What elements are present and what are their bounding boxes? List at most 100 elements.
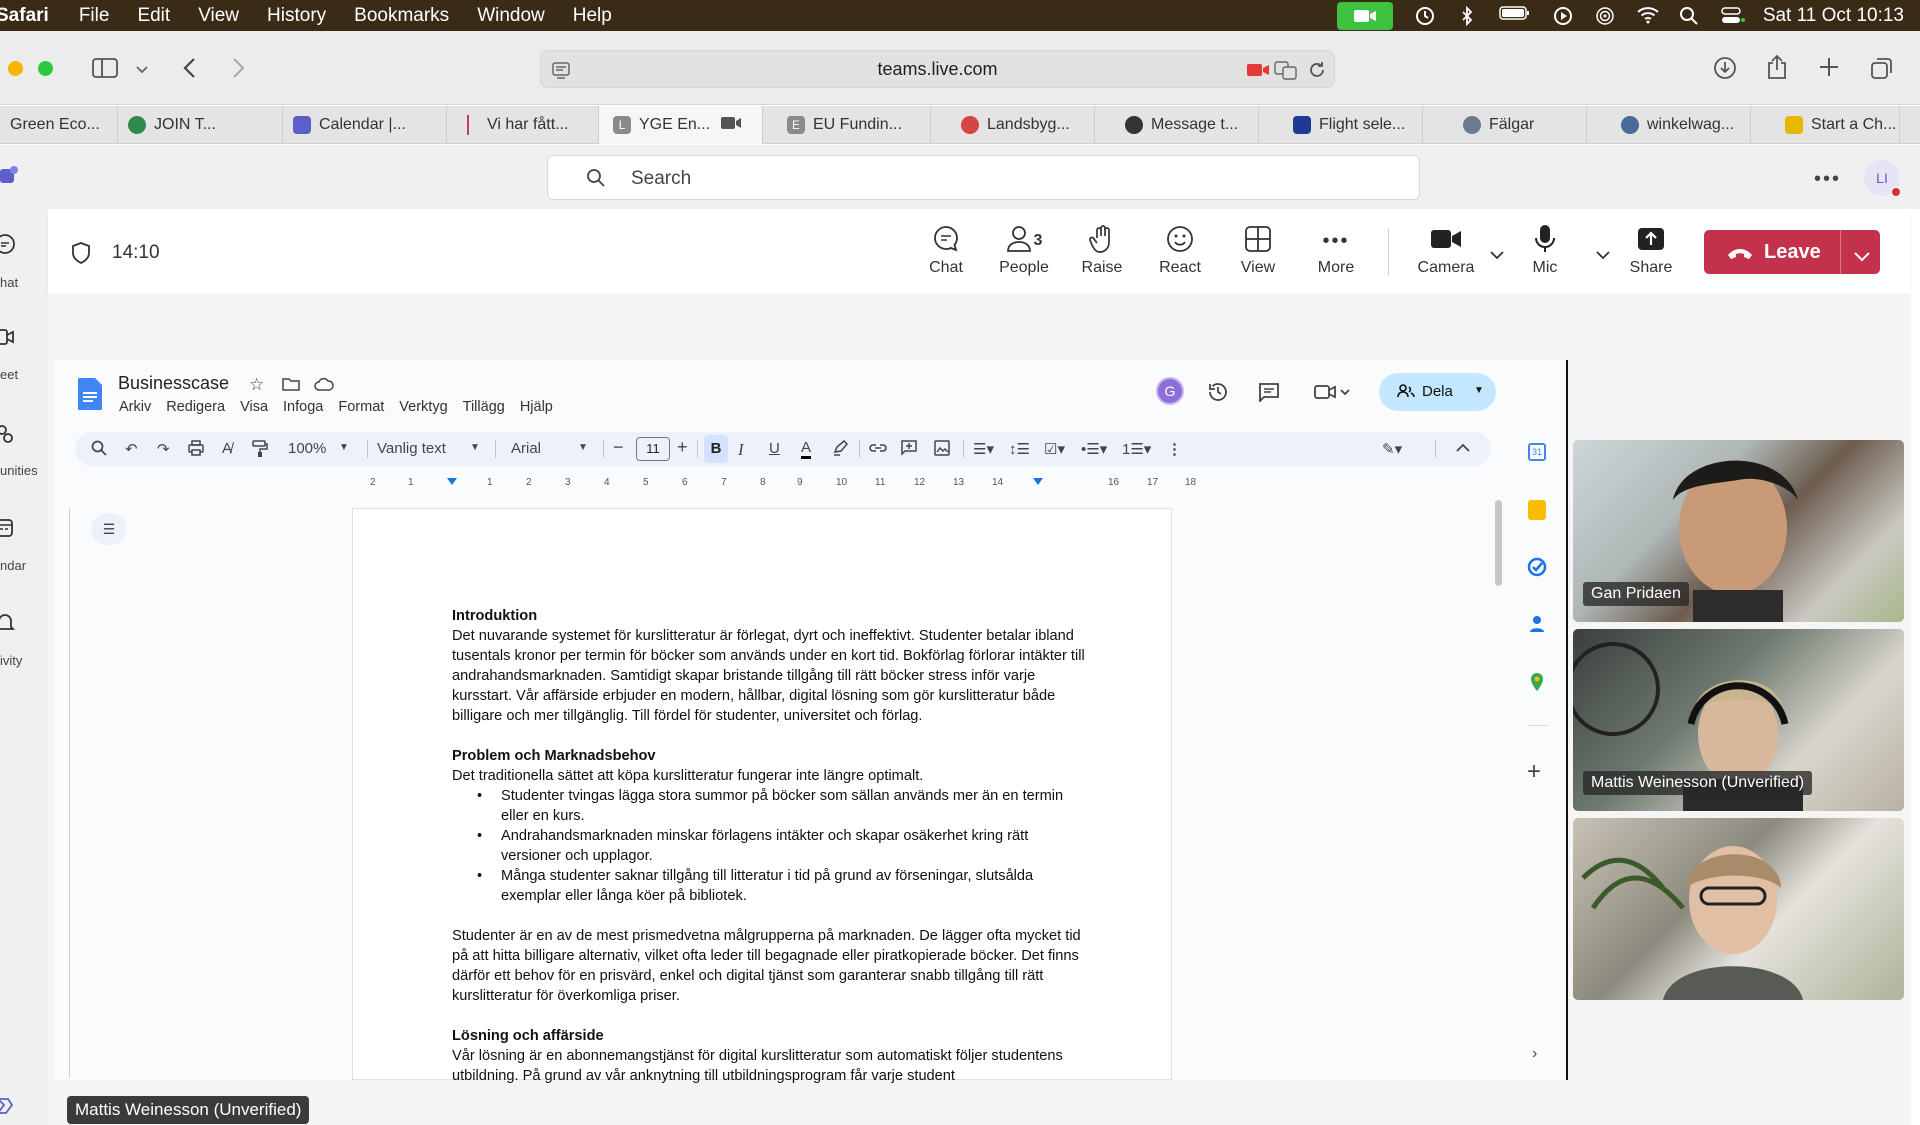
cloud-saved-icon[interactable] [314, 377, 334, 396]
airdrop-icon[interactable] [1595, 6, 1615, 26]
browser-tab[interactable]: E EU Fundin... [763, 106, 931, 144]
share-doc-chevron-icon[interactable]: ▼ [1474, 385, 1484, 396]
spellcheck-icon[interactable]: A̸ [222, 440, 232, 457]
font-select[interactable]: Arial [511, 440, 541, 457]
expand-panel-icon[interactable]: › [1532, 1045, 1537, 1063]
right-indent-marker-icon[interactable] [1032, 477, 1044, 490]
minimize-button[interactable] [8, 61, 23, 76]
meet-icon[interactable] [1314, 384, 1350, 405]
browser-tab[interactable]: Calendar |... [283, 106, 447, 144]
style-select[interactable]: Vanlig text [377, 440, 446, 457]
shield-icon[interactable] [70, 241, 92, 270]
rail-label-calendar[interactable]: ndar [0, 558, 26, 573]
teams-search-input[interactable]: Search [547, 155, 1420, 200]
meet-rail-icon[interactable] [0, 328, 16, 351]
italic-button[interactable]: I [738, 440, 744, 460]
print-icon[interactable] [188, 440, 204, 460]
docs-menu-hjalp[interactable]: Hjälp [520, 399, 553, 415]
chat-button[interactable]: Chat [911, 223, 981, 277]
rail-label-meet[interactable]: eet [0, 367, 18, 382]
more-options-icon[interactable]: ••• [1814, 168, 1841, 191]
zoom-select[interactable]: 100% [288, 440, 326, 457]
checklist-icon[interactable]: ☑▾ [1044, 440, 1065, 458]
activity-rail-icon[interactable] [0, 612, 16, 639]
comments-icon[interactable] [1258, 382, 1280, 407]
chevron-down-icon[interactable] [136, 62, 148, 80]
numbered-list-icon[interactable]: 1☰▾ [1122, 440, 1151, 458]
browser-tab-active[interactable]: L YGE En... [599, 106, 763, 144]
editing-mode-icon[interactable]: ✎▾ [1382, 440, 1402, 458]
spotlight-icon[interactable] [1679, 6, 1699, 26]
add-addon-icon[interactable]: + [1527, 758, 1541, 786]
version-history-icon[interactable] [1207, 381, 1229, 408]
calendar-addon-icon[interactable]: 31 [1528, 443, 1546, 461]
people-button[interactable]: 3 People [989, 223, 1059, 277]
keep-addon-icon[interactable] [1528, 500, 1546, 520]
scrollbar-thumb[interactable] [1495, 500, 1502, 586]
calendar-rail-icon[interactable] [0, 517, 16, 544]
menu-help[interactable]: Help [573, 5, 612, 27]
search-menus-icon[interactable] [91, 440, 107, 460]
font-chevron-icon[interactable]: ▼ [578, 442, 588, 453]
react-button[interactable]: React [1145, 223, 1215, 277]
menu-edit[interactable]: Edit [137, 5, 170, 27]
undo-icon[interactable]: ↶ [125, 440, 138, 458]
tab-overview-icon[interactable] [1870, 56, 1894, 85]
contacts-addon-icon[interactable] [1529, 615, 1545, 638]
align-icon[interactable]: ☰▾ [973, 440, 994, 458]
forward-icon[interactable] [232, 57, 246, 84]
document-body[interactable]: Introduktion Det nuvarande systemet för … [452, 606, 1092, 1086]
menu-file[interactable]: File [79, 5, 110, 27]
underline-button[interactable]: U [769, 440, 780, 457]
tasks-addon-icon[interactable] [1527, 557, 1547, 582]
collapse-menus-icon[interactable] [1456, 440, 1470, 457]
reload-icon[interactable] [1307, 60, 1327, 85]
browser-tab[interactable]: JOIN T... [118, 106, 283, 144]
indent-marker-icon[interactable] [446, 477, 458, 490]
camera-button[interactable]: Camera [1406, 223, 1486, 277]
raise-hand-button[interactable]: Raise [1067, 223, 1137, 277]
docs-menu-tillagg[interactable]: Tillägg [463, 399, 505, 415]
browser-tab[interactable]: Fälgar [1423, 106, 1587, 144]
docs-menu-redigera[interactable]: Redigera [166, 399, 225, 415]
line-spacing-icon[interactable]: ↕☰ [1009, 440, 1030, 458]
wifi-icon[interactable] [1637, 6, 1659, 26]
time-machine-icon[interactable] [1415, 6, 1435, 26]
bold-button[interactable]: B [704, 435, 728, 463]
user-avatar[interactable]: LI [1864, 160, 1902, 198]
zoom-button[interactable] [38, 61, 53, 76]
menu-bookmarks[interactable]: Bookmarks [354, 5, 449, 27]
highlight-icon[interactable] [832, 439, 849, 460]
camera-options-chevron-icon[interactable] [1490, 247, 1504, 265]
insert-image-icon[interactable] [934, 440, 950, 460]
leave-options-chevron-icon[interactable] [1854, 246, 1870, 269]
participant-video-tile[interactable]: Gan Pridaen [1573, 440, 1904, 622]
mic-options-chevron-icon[interactable] [1596, 247, 1610, 265]
menu-view[interactable]: View [198, 5, 239, 27]
rail-label-chat[interactable]: hat [0, 275, 18, 290]
style-chevron-icon[interactable]: ▼ [470, 442, 480, 453]
docs-menu-format[interactable]: Format [338, 399, 384, 415]
docs-menu-verktyg[interactable]: Verktyg [399, 399, 447, 415]
star-icon[interactable]: ☆ [249, 375, 264, 395]
document-outline-icon[interactable]: ☰ [91, 513, 127, 545]
text-color-button[interactable]: A [801, 440, 812, 459]
docs-menu-infoga[interactable]: Infoga [283, 399, 323, 415]
menubar-clock[interactable]: Sat 11 Oct 10:13 [1763, 5, 1904, 27]
communities-rail-icon[interactable] [0, 423, 16, 450]
participant-video-tile[interactable]: Mattis Weinesson (Unverified) [1573, 629, 1904, 811]
doc-title[interactable]: Businesscase [118, 373, 229, 394]
decrease-font-icon[interactable]: − [613, 437, 624, 458]
docs-menu-arkiv[interactable]: Arkiv [119, 399, 151, 415]
docs-menu-visa[interactable]: Visa [240, 399, 268, 415]
browser-tab[interactable]: Landsbyg... [931, 106, 1095, 144]
redo-icon[interactable]: ↷ [157, 440, 170, 458]
collaborator-avatar[interactable]: G [1156, 377, 1184, 405]
browser-tab[interactable]: Start a Ch... [1751, 106, 1900, 144]
share-button[interactable]: Share [1616, 223, 1686, 277]
app-menu[interactable]: Safari [0, 5, 49, 27]
menu-window[interactable]: Window [477, 5, 545, 27]
docs-logo-icon[interactable] [77, 377, 103, 416]
font-size-input[interactable]: 11 [636, 437, 670, 461]
increase-font-icon[interactable]: + [677, 437, 688, 458]
